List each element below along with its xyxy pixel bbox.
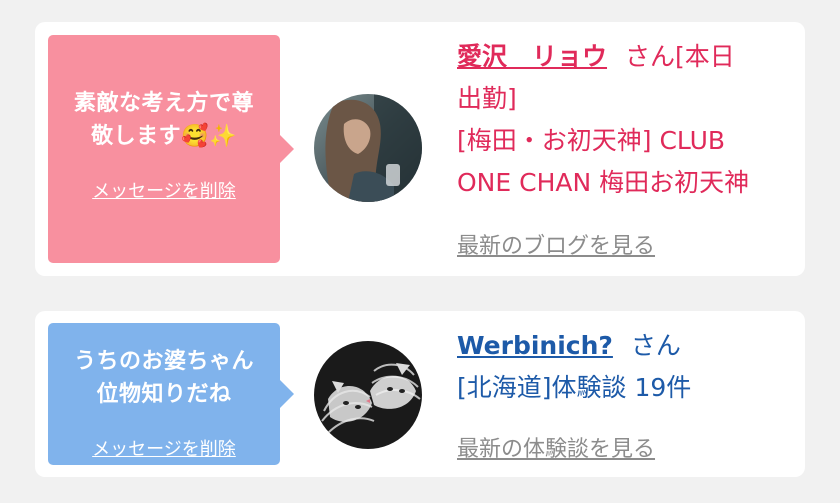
- latest-blog-link[interactable]: 最新のブログを見る: [457, 228, 655, 260]
- avatar[interactable]: [314, 94, 422, 202]
- shop-area-text: [梅田・お初天神] CLUB: [457, 126, 726, 155]
- status-text: 出勤]: [457, 84, 517, 113]
- honorific-text: さん[本日: [625, 42, 735, 71]
- latest-review-link[interactable]: 最新の体験談を見る: [457, 431, 655, 463]
- user-name-link[interactable]: 愛沢 リョウ: [457, 42, 607, 71]
- message-line: 敬します🥰✨: [91, 124, 237, 149]
- avatar-photo: [314, 94, 422, 202]
- message-line: うちのお婆ちゃん: [73, 349, 254, 374]
- message-card: 素敵な考え方で尊 敬します🥰✨ メッセージを削除 愛沢 リョウ さん[本日 出勤…: [35, 22, 805, 276]
- cats-avatar-photo: [314, 341, 422, 449]
- message-text: うちのお婆ちゃん 位物知りだね: [48, 345, 280, 411]
- message-bubble: 素敵な考え方で尊 敬します🥰✨ メッセージを削除: [48, 35, 294, 263]
- message-bubble: うちのお婆ちゃん 位物知りだね メッセージを削除: [48, 323, 294, 465]
- user-name-link[interactable]: Werbinich?: [457, 331, 613, 360]
- message-card: うちのお婆ちゃん 位物知りだね メッセージを削除 Werbinich? さん […: [35, 311, 805, 477]
- user-info: Werbinich? さん [北海道]体験談 19件: [457, 325, 795, 409]
- user-info: 愛沢 リョウ さん[本日 出勤] [梅田・お初天神] CLUB ONE CHAN …: [457, 36, 795, 204]
- delete-message-link[interactable]: メッセージを削除: [48, 435, 280, 461]
- shop-name-text: ONE CHAN 梅田お初天神: [457, 168, 750, 197]
- message-text: 素敵な考え方で尊 敬します🥰✨: [48, 87, 280, 153]
- review-count-text: [北海道]体験談 19件: [457, 373, 692, 402]
- avatar[interactable]: [314, 341, 422, 449]
- message-line: 位物知りだね: [96, 382, 232, 407]
- honorific-text: さん: [630, 331, 681, 360]
- message-line: 素敵な考え方で尊: [73, 91, 254, 116]
- delete-message-link[interactable]: メッセージを削除: [48, 177, 280, 203]
